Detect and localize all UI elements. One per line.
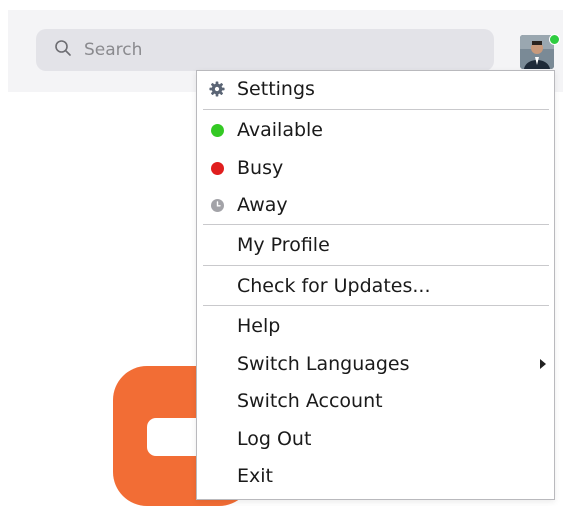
status-busy-icon bbox=[209, 160, 225, 176]
search-input[interactable] bbox=[82, 39, 466, 61]
menu-item-help[interactable]: Help bbox=[197, 309, 554, 343]
menu-item-switch-account[interactable]: Switch Account bbox=[197, 384, 554, 418]
presence-indicator bbox=[549, 34, 560, 45]
menu-divider bbox=[203, 224, 549, 225]
menu-label-help: Help bbox=[237, 315, 281, 337]
clock-icon bbox=[209, 197, 225, 213]
menu-label-log-out: Log Out bbox=[237, 428, 312, 450]
menu-label-switch-languages: Switch Languages bbox=[237, 353, 410, 375]
menu-label-available: Available bbox=[237, 119, 324, 141]
menu-label-away: Away bbox=[237, 194, 288, 216]
menu-item-busy[interactable]: Busy bbox=[197, 151, 554, 185]
menu-item-settings[interactable]: Settings bbox=[197, 72, 554, 106]
gear-icon bbox=[209, 81, 225, 97]
menu-label-exit: Exit bbox=[237, 465, 273, 487]
search-icon bbox=[54, 39, 72, 61]
chevron-right-icon bbox=[540, 359, 546, 369]
menu-item-switch-languages[interactable]: Switch Languages bbox=[197, 347, 554, 381]
menu-label-my-profile: My Profile bbox=[237, 234, 330, 256]
menu-label-check-updates: Check for Updates... bbox=[237, 275, 431, 297]
menu-divider bbox=[203, 305, 549, 306]
menu-label-busy: Busy bbox=[237, 157, 284, 179]
search-box[interactable] bbox=[36, 29, 494, 71]
menu-divider bbox=[203, 265, 549, 266]
menu-item-log-out[interactable]: Log Out bbox=[197, 422, 554, 456]
menu-item-available[interactable]: Available bbox=[197, 113, 554, 147]
status-available-icon bbox=[209, 122, 225, 138]
menu-item-away[interactable]: Away bbox=[197, 188, 554, 222]
menu-label-switch-account: Switch Account bbox=[237, 390, 383, 412]
menu-divider bbox=[203, 109, 549, 110]
profile-menu: Settings Available Busy Away My Profile … bbox=[196, 70, 555, 500]
menu-item-check-updates[interactable]: Check for Updates... bbox=[197, 269, 554, 303]
menu-label-settings: Settings bbox=[237, 78, 315, 100]
menu-item-my-profile[interactable]: My Profile bbox=[197, 228, 554, 262]
